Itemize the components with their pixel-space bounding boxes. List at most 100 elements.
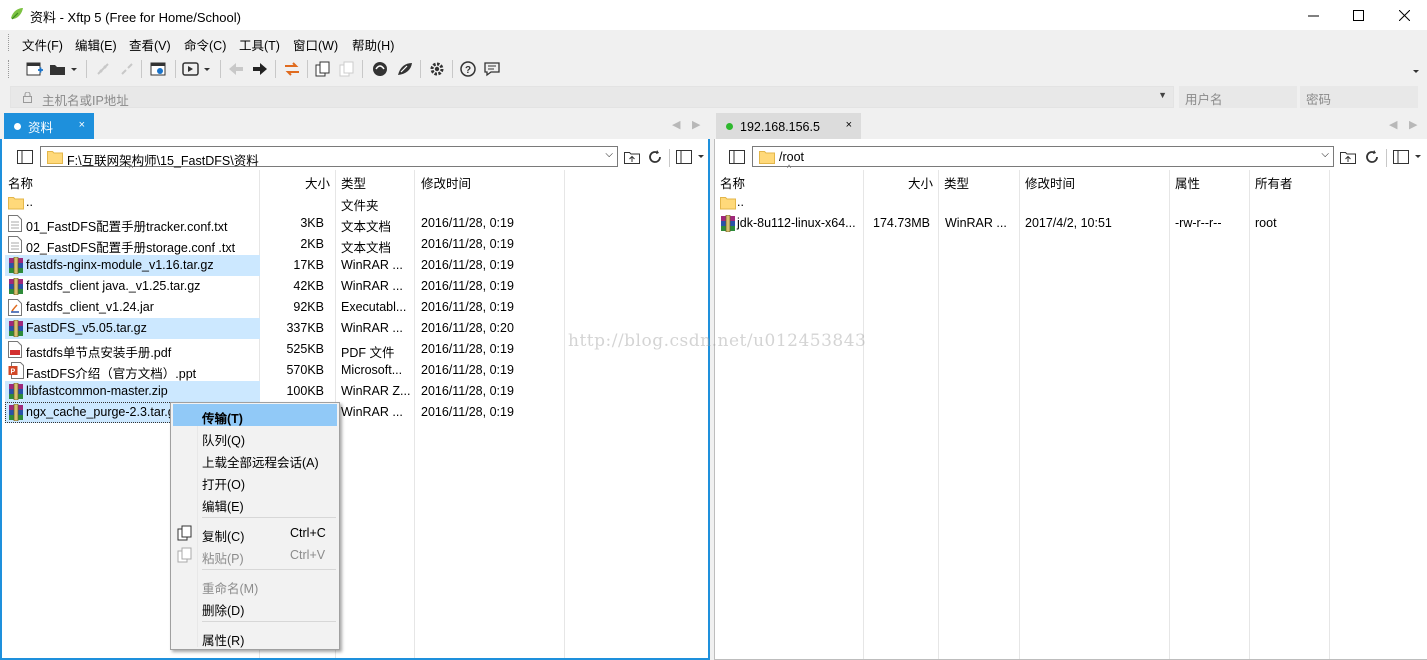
menu-item-shortcut: Ctrl+C: [290, 526, 326, 540]
menu-item-shortcut: Ctrl+V: [290, 548, 326, 562]
host-placeholder: 主机名或IP地址: [42, 94, 129, 108]
context-menu-item[interactable]: 复制(C) Ctrl+C: [173, 522, 337, 544]
back-arrow-icon: [226, 57, 246, 81]
column-name-header[interactable]: 名称: [8, 173, 33, 192]
column-header-row: 名称 ^ 大小 类型 修改时间: [2, 163, 708, 192]
table-row[interactable]: 02_FastDFS配置手册storage.conf .txt 2KB 文本文档 20…: [2, 234, 708, 255]
tab-local[interactable]: 资料 ×: [4, 113, 94, 140]
column-type-header[interactable]: 类型: [944, 173, 969, 192]
sync-arrows-icon[interactable]: [281, 57, 303, 81]
context-menu-item[interactable]: 传输(T): [173, 404, 337, 426]
view-mode-icon[interactable]: [674, 146, 708, 167]
column-divider: [863, 170, 864, 659]
table-row[interactable]: fastdfs_client java._v1.25.tar.gz 42KB Win…: [2, 276, 708, 297]
toolbar-separator: [669, 149, 670, 167]
username-input[interactable]: 用户名: [1179, 86, 1297, 108]
menu-view[interactable]: 查看(V): [129, 35, 171, 54]
context-menu-item[interactable]: 编辑(E): [173, 492, 337, 514]
host-input[interactable]: 主机名或IP地址 ▼: [10, 86, 1174, 108]
menu-file[interactable]: 文件(F): [22, 35, 63, 54]
options-gear-icon[interactable]: [426, 57, 448, 81]
table-row[interactable]: fastdfs-nginx-module_v1.16.tar.gz 17KB Win…: [2, 255, 708, 276]
parent-folder-icon[interactable]: [622, 146, 642, 167]
chevron-down-icon[interactable]: ▼: [1158, 90, 1167, 100]
table-row[interactable]: libfastcommon-master.zip 100KB WinRAR Z...…: [2, 381, 708, 402]
local-path-input[interactable]: F:\互联网架构师\15_FastDFS\资料 ⌵: [40, 146, 618, 168]
column-name-header[interactable]: 名称: [720, 173, 745, 192]
table-row[interactable]: P FastDFS介绍（官方文档）.ppt 570KB Microsoft... 201…: [2, 360, 708, 381]
view-mode-icon[interactable]: [1391, 146, 1425, 167]
tab-remote-label: 192.168.156.5: [740, 119, 820, 134]
file-size: 3KB: [300, 216, 324, 230]
xmanager-icon[interactable]: [394, 57, 416, 81]
chevron-down-icon[interactable]: ⌵: [605, 149, 613, 160]
open-folder-icon[interactable]: [48, 57, 78, 81]
toggle-pane-icon[interactable]: [14, 146, 36, 167]
tab-prev-icon[interactable]: ◀: [1389, 118, 1397, 131]
tab-next-icon[interactable]: ▶: [692, 118, 700, 131]
column-attr-header[interactable]: 属性: [1175, 173, 1200, 192]
toolbar-overflow-icon[interactable]: [1410, 57, 1422, 81]
column-divider: [1329, 170, 1330, 659]
column-owner-header[interactable]: 所有者: [1255, 173, 1293, 192]
address-bar: 主机名或IP地址 ▼ 用户名 密码: [0, 84, 1427, 110]
tab-next-icon[interactable]: ▶: [1409, 118, 1417, 131]
table-row[interactable]: jdk-8u112-linux-x64... 174.73MB WinRAR ...…: [715, 213, 1427, 234]
file-size: 570KB: [286, 363, 324, 377]
column-size-header[interactable]: 大小: [305, 173, 330, 192]
menu-edit[interactable]: 编辑(E): [75, 35, 117, 54]
transfer-queue-icon[interactable]: [181, 57, 213, 81]
help-icon[interactable]: ?: [458, 57, 478, 81]
table-row[interactable]: ngx_cache_purge-2.3.tar.g WinRAR ... 2016/…: [2, 402, 708, 423]
table-row[interactable]: .. 文件夹: [2, 192, 708, 213]
copy-toolbar-icon[interactable]: [313, 57, 333, 81]
xshell-icon[interactable]: [369, 57, 391, 81]
maximize-icon[interactable]: [1335, 0, 1381, 30]
copy-icon: [177, 525, 192, 541]
menu-command[interactable]: 命令(C): [184, 35, 226, 54]
table-row[interactable]: ..: [715, 192, 1427, 213]
minimize-icon[interactable]: [1290, 0, 1336, 30]
menu-item-label: 上载全部远程会话(A): [202, 456, 319, 470]
column-mtime-header[interactable]: 修改时间: [1025, 173, 1075, 192]
tab-prev-icon[interactable]: ◀: [672, 118, 680, 131]
refresh-icon[interactable]: [645, 146, 665, 167]
file-type: WinRAR ...: [341, 258, 403, 272]
feedback-icon[interactable]: [482, 57, 502, 81]
context-menu-item[interactable]: 打开(O): [173, 470, 337, 492]
refresh-icon[interactable]: [1362, 146, 1382, 167]
table-row[interactable]: 01_FastDFS配置手册tracker.conf.txt 3KB 文本文档 201…: [2, 213, 708, 234]
context-menu-item[interactable]: 删除(D): [173, 596, 337, 618]
remote-path-bar: /root ⌵: [715, 141, 1427, 169]
close-tab-icon[interactable]: ×: [79, 119, 85, 131]
parent-folder-icon[interactable]: [1338, 146, 1358, 167]
menu-help[interactable]: 帮助(H): [352, 35, 394, 54]
new-session-icon[interactable]: [24, 57, 46, 81]
chevron-down-icon[interactable]: ⌵: [1321, 149, 1329, 160]
toggle-pane-icon[interactable]: [726, 146, 748, 167]
context-menu-item[interactable]: 上载全部远程会话(A): [173, 448, 337, 470]
column-type-header[interactable]: 类型: [341, 173, 366, 192]
column-mtime-header[interactable]: 修改时间: [421, 173, 471, 192]
menu-tools[interactable]: 工具(T): [239, 35, 280, 54]
toolbar-separator: [175, 60, 176, 78]
close-tab-icon[interactable]: ×: [846, 119, 852, 131]
local-file-panel: F:\互联网架构师\15_FastDFS\资料 ⌵ 名称 ^ 大小 类型 修改时…: [0, 139, 710, 660]
table-row[interactable]: fastdfs_client_v1.24.jar 92KB Executabl...…: [2, 297, 708, 318]
close-icon[interactable]: [1381, 0, 1427, 30]
local-file-list[interactable]: 名称 ^ 大小 类型 修改时间 .. 文件夹 01_FastDFS配置手册track…: [2, 163, 708, 658]
forward-arrow-icon[interactable]: [250, 57, 270, 81]
session-properties-icon[interactable]: [148, 57, 170, 81]
text-file-icon: [8, 215, 23, 232]
context-menu-item[interactable]: 队列(Q): [173, 426, 337, 448]
local-path-bar: F:\互联网架构师\15_FastDFS\资料 ⌵: [2, 141, 708, 169]
tab-remote[interactable]: 192.168.156.5 ×: [716, 113, 861, 140]
file-mtime: 2016/11/28, 0:19: [421, 258, 514, 272]
context-menu-item[interactable]: 属性(R): [173, 626, 337, 648]
menu-window[interactable]: 窗口(W): [293, 35, 338, 54]
remote-file-list[interactable]: 名称 ^ 大小 类型 修改时间 属性 所有者 .. jdk-8u112-linux…: [715, 163, 1427, 659]
column-size-header[interactable]: 大小: [908, 173, 933, 192]
password-input[interactable]: 密码: [1300, 86, 1418, 108]
remote-path-input[interactable]: /root ⌵: [752, 146, 1334, 167]
file-type: 文件夹: [341, 199, 379, 213]
